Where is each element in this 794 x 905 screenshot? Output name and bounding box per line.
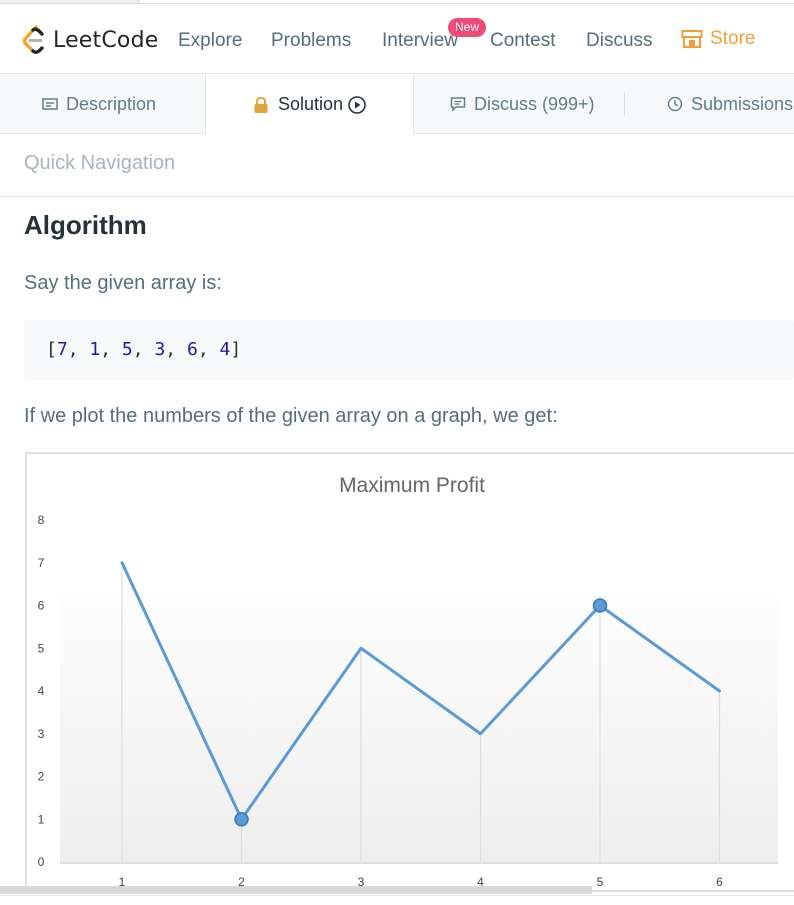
x-tick-label: 6 [716,875,723,889]
clock-icon [667,96,683,112]
horizontal-scrollbar[interactable] [0,886,592,894]
lock-icon [254,96,268,113]
nav-discuss[interactable]: Discuss [586,30,653,52]
code-value: 7 [56,339,68,360]
code-value: 6 [186,339,198,360]
y-tick-label: 6 [38,599,45,613]
x-tick-label: 5 [597,875,604,889]
code-separator: , [132,339,155,360]
code-separator: , [165,339,187,360]
paragraph-intro: Say the given array is: [24,272,222,294]
data-point [234,812,249,827]
tab-separator [624,92,625,116]
quick-navigation[interactable]: Quick Navigation [24,152,175,175]
y-tick-label: 7 [38,556,45,570]
nav-problems[interactable]: Problems [271,30,351,52]
nav-interview[interactable]: Interview [382,30,458,52]
code-value: 3 [154,339,166,360]
y-tick-label: 2 [38,770,45,784]
tab-description-label: Description [66,93,157,114]
code-separator: , [197,339,220,360]
logo-text: LeetCode [53,27,159,53]
nav-store[interactable]: Store [681,28,755,50]
data-point [592,598,608,613]
store-icon [681,30,703,48]
y-tick-label: 3 [38,727,45,741]
code-value: 5 [121,339,133,360]
logo[interactable]: LeetCode [22,23,159,57]
code-value: 4 [219,339,231,360]
tab-discuss[interactable]: Discuss (999+) [450,74,595,134]
browser-divider [0,3,794,4]
site-header: LeetCode Explore Problems Interview Cont… [0,8,794,74]
tab-discuss-label: Discuss (999+) [474,93,595,114]
code-close-bracket: ] [230,339,242,360]
y-tick-label: 4 [38,684,45,698]
y-tick-label: 8 [38,513,45,527]
play-circle-icon[interactable] [347,95,367,115]
y-tick-label: 0 [38,855,45,869]
code-block: [7, 1, 5, 3, 6, 4] [24,320,794,380]
tab-solution-label: Solution [277,94,344,114]
tab-submissions-label: Submissions [691,93,794,114]
tab-submissions[interactable]: Submissions [667,74,793,134]
code-value: 1 [89,339,101,360]
tab-solution[interactable]: Solution [205,74,414,135]
chart-title: Maximum Profit [339,474,485,497]
code-separator: , [67,339,90,360]
max-profit-chart: Maximum Profit 012345678 123456 [38,474,778,889]
new-badge: New [448,18,486,37]
bottom-divider [0,895,794,896]
y-tick-label: 1 [38,812,45,826]
code-separator: , [100,339,122,360]
paragraph-graph: If we plot the numbers of the given arra… [24,405,558,427]
y-tick-label: 5 [38,641,45,655]
code-open-bracket: [ [46,339,57,360]
tab-description[interactable]: Description [42,74,156,134]
nav-explore[interactable]: Explore [178,30,242,52]
browser-top-strip [0,0,794,8]
comment-icon [450,97,466,112]
problem-tabs: Description Solution Discuss (999+) Subm… [0,74,794,135]
quick-nav-divider [0,196,794,197]
plot-area [60,566,778,864]
description-icon [42,98,58,110]
leetcode-logo-icon [22,25,44,54]
nav-store-label: Store [710,28,756,49]
chart-container: Maximum Profit 012345678 123456 [25,452,794,892]
nav-contest[interactable]: Contest [490,30,555,52]
section-heading: Algorithm [24,210,147,240]
